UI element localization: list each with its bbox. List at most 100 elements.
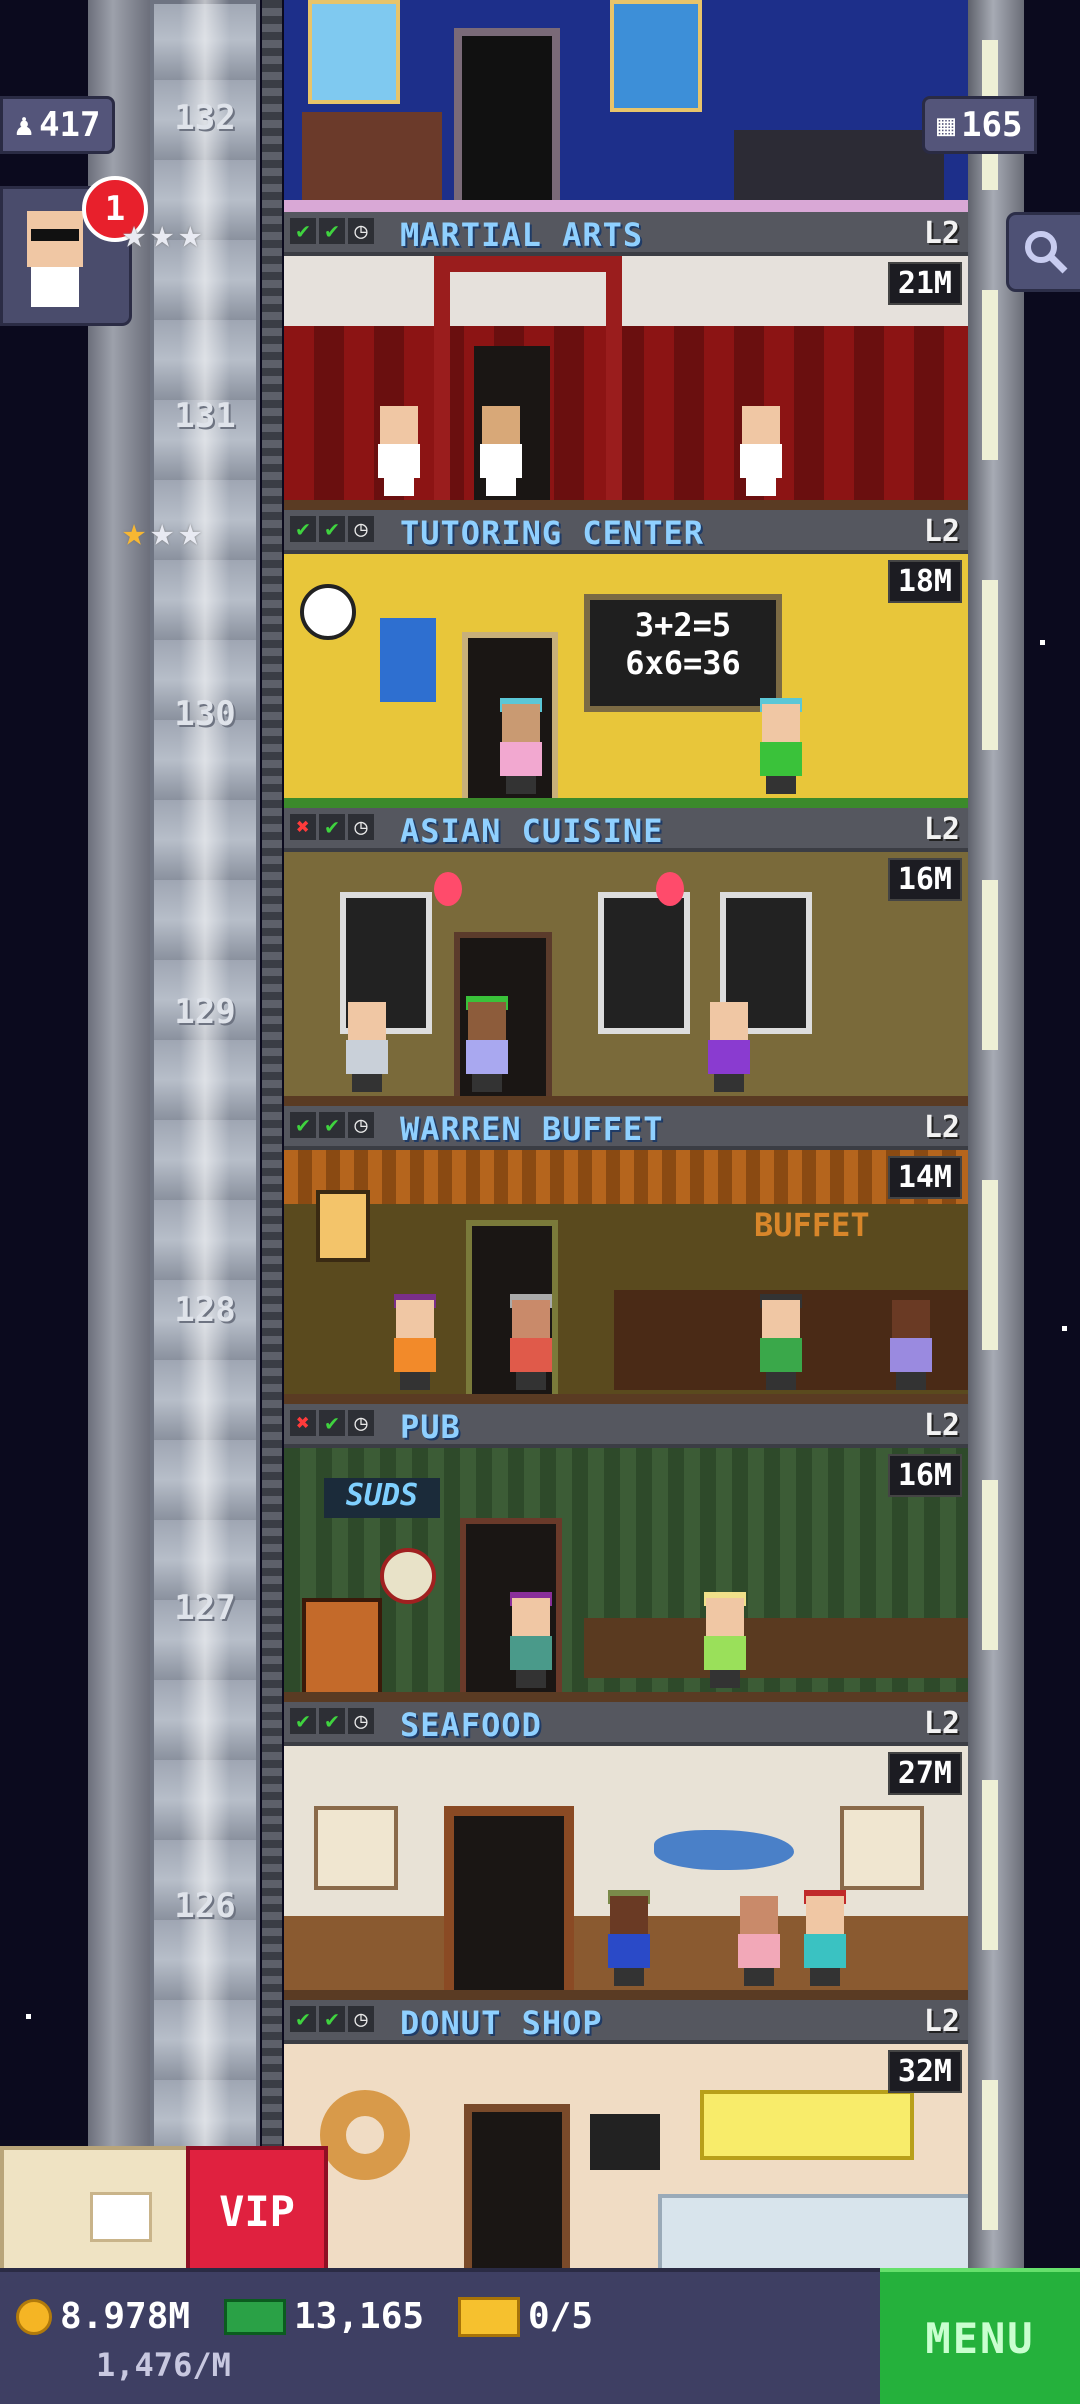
grid-icon: ▦ [937, 107, 956, 143]
floor-income: 14M [887, 1156, 962, 1199]
person[interactable] [460, 996, 514, 1092]
doorway [454, 28, 560, 212]
check-icon: ✔ [290, 1708, 316, 1734]
clock-icon: ◷ [348, 2006, 374, 2032]
doorway [464, 2104, 570, 2268]
hanging-lamp [316, 1190, 370, 1262]
clock-icon: ◷ [348, 1112, 374, 1138]
person[interactable] [732, 1896, 786, 1986]
person[interactable] [734, 406, 788, 496]
bux-stat[interactable]: 13,165 [224, 2296, 424, 2337]
star-icon: ★ [150, 509, 175, 555]
bar-counter [584, 1618, 968, 1678]
check-icon: ✔ [319, 218, 345, 244]
person[interactable] [602, 1890, 656, 1986]
person[interactable] [702, 1002, 756, 1092]
person[interactable] [372, 406, 426, 496]
person[interactable] [698, 1592, 752, 1688]
star-icon: ★ [122, 211, 147, 257]
doorway [444, 1806, 574, 2000]
floors-value: 165 [961, 105, 1023, 145]
person[interactable] [474, 406, 528, 496]
person[interactable] [798, 1890, 852, 1986]
floor-name: TUTORING CENTER [400, 514, 704, 552]
population-counter[interactable]: ♟ 417 [0, 96, 116, 154]
floor-income: 27M [887, 1752, 962, 1795]
picture-frame [610, 0, 702, 112]
floor-income: 16M [887, 858, 962, 901]
floor-level: L2 [923, 1706, 960, 1741]
floor-income: 16M [887, 1454, 962, 1497]
floor-header: ✔ ✔ ◷ SEAFOOD L2 [284, 1702, 968, 1746]
floor-number: 129 [174, 992, 236, 1032]
check-icon: ✔ [319, 516, 345, 542]
clock-icon: ◷ [348, 1708, 374, 1734]
tower-left-wall [88, 0, 150, 2400]
floor-number: 127 [174, 1588, 236, 1628]
floor-warren-buffet[interactable]: ✔ ✔ ◷ WARREN BUFFET L2 BUFFET 14M [284, 1106, 968, 1404]
floor-martial-arts[interactable]: ✔ ✔ ◷ MARTIAL ARTS L2 21M [284, 212, 968, 510]
person[interactable] [504, 1592, 558, 1688]
person[interactable] [494, 698, 548, 794]
cash-icon [224, 2298, 286, 2335]
floor-number: 126 [174, 1886, 236, 1926]
coins-value: 8.978M [60, 2296, 191, 2337]
donut-sign [320, 2090, 410, 2180]
floor-status: ✔ ✔ ◷ [290, 2006, 374, 2032]
tickets-stat[interactable]: 0/5 [458, 2296, 593, 2337]
elevator-shaft[interactable] [150, 0, 260, 2400]
floor-office-partial[interactable] [284, 0, 968, 212]
floor-status: ✔ ✔ ◷ [290, 516, 374, 542]
search-icon [1025, 231, 1068, 274]
apple-poster [380, 618, 436, 702]
floor-stars: ★ ★ ★ [122, 512, 202, 552]
x-icon: ✖ [290, 1410, 316, 1436]
floor-pub[interactable]: ✖ ✔ ◷ PUB L2 SUDS 16M [284, 1404, 968, 1702]
check-icon: ✔ [319, 814, 345, 840]
elevator-rail [262, 0, 282, 2400]
chest-button[interactable] [0, 2146, 194, 2276]
floor-number: 130 [174, 694, 236, 734]
star-icon: ★ [122, 509, 147, 555]
floor-seafood[interactable]: ✔ ✔ ◷ SEAFOOD L2 27M [284, 1702, 968, 2000]
coins-stat[interactable]: 8.978M [16, 2296, 190, 2337]
floor-name: MARTIAL ARTS [400, 216, 644, 254]
person-icon: ♟ [15, 107, 34, 143]
clock-icon: ◷ [348, 1410, 374, 1436]
floor-level: L2 [923, 514, 960, 549]
person[interactable] [884, 1300, 938, 1390]
chest-icon [90, 2192, 152, 2242]
floor-status: ✔ ✔ ◷ [290, 1112, 374, 1138]
floor-header: ✔ ✔ ◷ WARREN BUFFET L2 [284, 1106, 968, 1150]
crab-frame [840, 1806, 924, 1890]
floor-name: PUB [400, 1408, 461, 1446]
person[interactable] [754, 698, 808, 794]
person[interactable] [504, 1294, 558, 1390]
floor-level: L2 [923, 216, 960, 251]
star-icon: ★ [178, 509, 203, 555]
person[interactable] [388, 1294, 442, 1390]
menu-button[interactable]: MENU [880, 2268, 1080, 2404]
star-icon: ★ [150, 211, 175, 257]
floor-name: SEAFOOD [400, 1706, 542, 1744]
chalkboard-line: 6x6=36 [625, 644, 741, 682]
marlin-trophy [654, 1830, 794, 1870]
crab-frame [314, 1806, 398, 1890]
floors-counter[interactable]: ▦ 165 [922, 96, 1038, 154]
population-value: 417 [39, 105, 101, 145]
floor-income: 18M [887, 560, 962, 603]
desk [734, 130, 944, 200]
floor-tutoring-center[interactable]: ✔ ✔ ◷ TUTORING CENTER L2 3+2=5 6x6=36 18… [284, 510, 968, 808]
person[interactable] [754, 1294, 808, 1390]
floor-header: ✖ ✔ ◷ PUB L2 [284, 1404, 968, 1448]
floor-asian-cuisine[interactable]: ✖ ✔ ◷ ASIAN CUISINE L2 16M [284, 808, 968, 1106]
picture-frame [308, 0, 400, 104]
person[interactable] [340, 996, 394, 1092]
lantern [656, 872, 684, 906]
vip-button[interactable]: VIP [186, 2146, 328, 2276]
floor-donut-shop[interactable]: ✔ ✔ ◷ DONUT SHOP L2 32M [284, 2000, 968, 2268]
search-button[interactable] [1006, 212, 1080, 292]
floor-level: L2 [923, 2004, 960, 2039]
lantern [434, 872, 462, 906]
floor-status: ✖ ✔ ◷ [290, 1410, 374, 1436]
